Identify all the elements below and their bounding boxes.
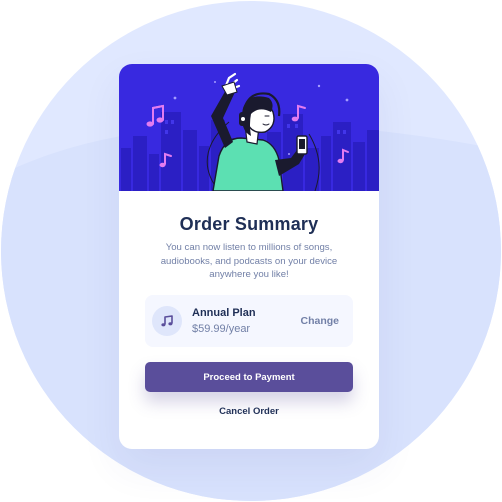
- page-background: Order Summary You can now listen to mill…: [0, 0, 502, 502]
- card-description: You can now listen to millions of songs,…: [160, 242, 338, 280]
- proceed-to-payment-button[interactable]: Proceed to Payment: [145, 362, 353, 392]
- card-title: Order Summary: [179, 214, 319, 234]
- plan-price: $59.99/year: [192, 323, 251, 335]
- order-summary-card: Order Summary You can now listen to mill…: [119, 64, 379, 449]
- plan-summary: Annual Plan $59.99/year Change: [145, 295, 353, 347]
- music-note-icon: [152, 306, 182, 336]
- change-plan-link[interactable]: Change: [300, 315, 339, 327]
- cancel-order-button[interactable]: Cancel Order: [145, 403, 353, 419]
- hero-illustration: [119, 64, 379, 191]
- plan-name: Annual Plan: [192, 307, 256, 319]
